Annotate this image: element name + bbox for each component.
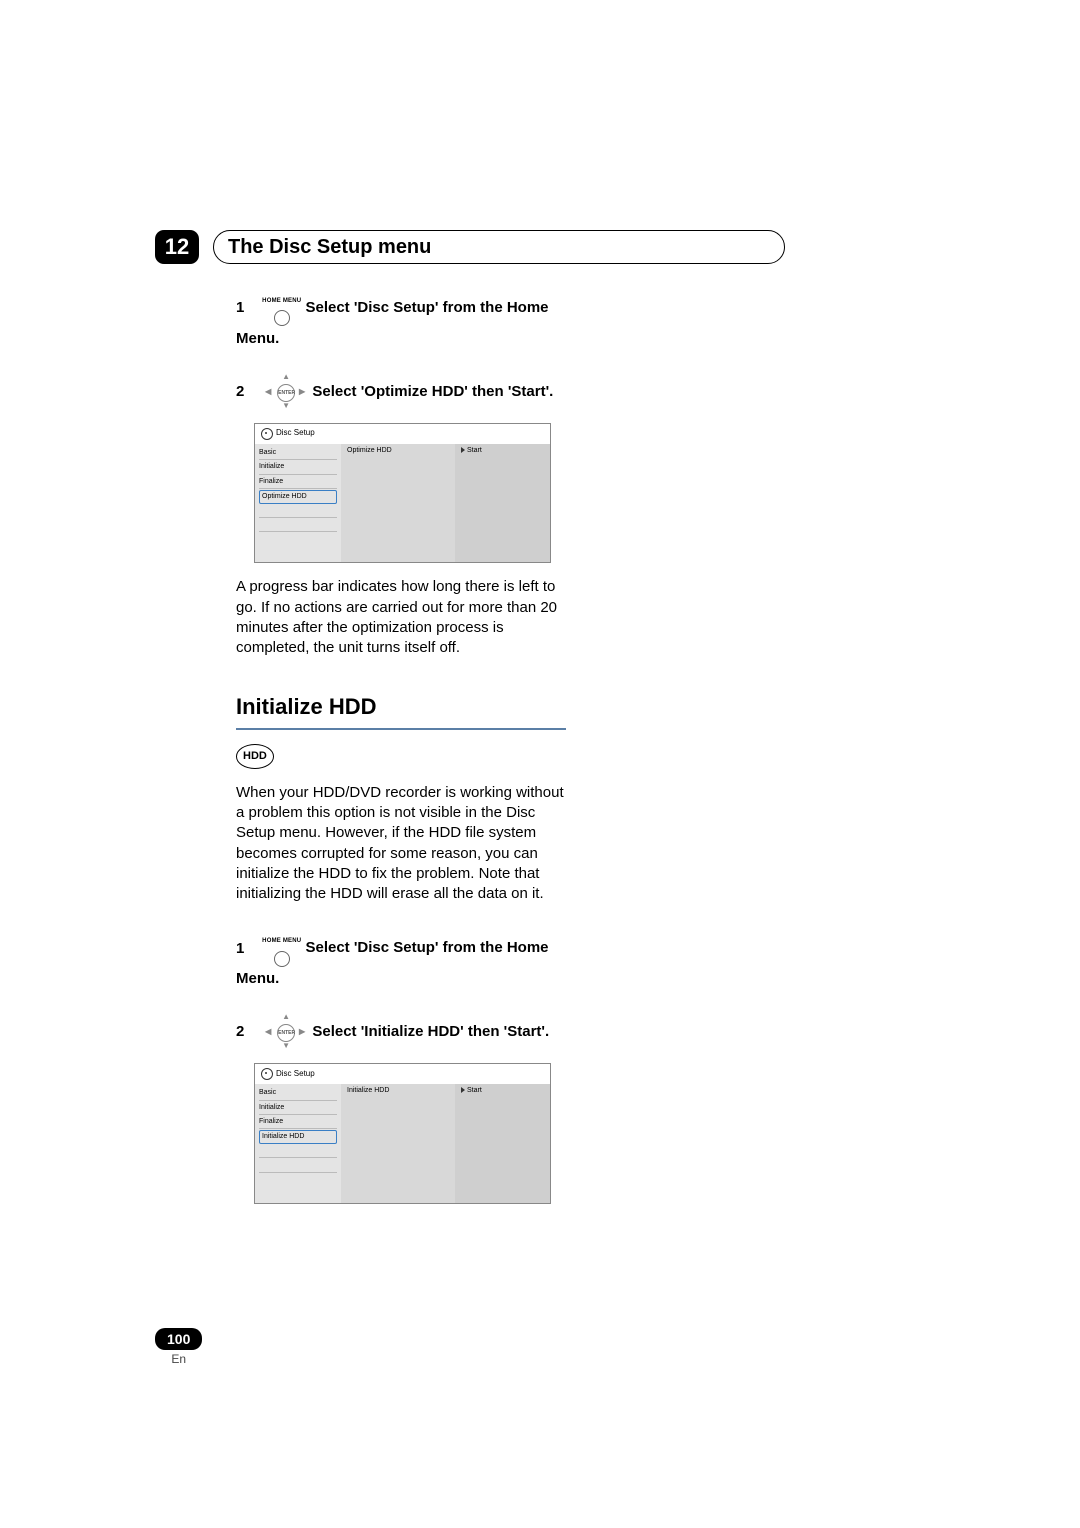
step-text: Select 'Optimize HDD' then 'Start'. — [312, 383, 553, 400]
home-menu-button-icon — [274, 951, 290, 967]
osd-screenshot-optimize: Disc Setup Basic Initialize Finalize Opt… — [254, 423, 551, 564]
osd-menu-item-selected: Initialize HDD — [259, 1130, 337, 1143]
chapter-title: The Disc Setup menu — [228, 236, 431, 259]
step-number: 2 — [236, 382, 258, 402]
initialize-description: When your HDD/DVD recorder is working wi… — [236, 783, 566, 905]
osd-menu-item: Initialize — [259, 460, 337, 474]
enter-button-icon: ▲ ▼ ◀ ▶ ENTER — [266, 1013, 304, 1051]
osd-menu-item: Basic — [259, 446, 337, 460]
osd-menu-item-empty — [259, 518, 337, 532]
osd-menu-item-empty — [259, 504, 337, 518]
chapter-title-wrap: The Disc Setup menu — [213, 230, 785, 264]
osd-menu-col: Basic Initialize Finalize Optimize HDD — [255, 444, 341, 563]
step-number: 2 — [236, 1022, 258, 1042]
section-heading-initialize: Initialize HDD — [236, 692, 566, 730]
content-column: 1 HOME MENU Select 'Disc Setup' from the… — [236, 288, 566, 1204]
step-text: Select 'Initialize HDD' then 'Start'. — [312, 1023, 549, 1040]
step-number: 1 — [236, 939, 258, 959]
play-triangle-icon — [461, 447, 465, 453]
chapter-header: 12 The Disc Setup menu — [155, 230, 785, 264]
page-number: 100 — [155, 1328, 202, 1350]
osd-option-col: Optimize HDD — [341, 444, 455, 563]
step-2b: 2 ▲ ▼ ◀ ▶ ENTER Select 'Initialize HDD' … — [236, 1013, 566, 1051]
osd-title: Disc Setup — [255, 1064, 550, 1084]
osd-menu-item-empty — [259, 1158, 337, 1172]
osd-menu-item-selected: Optimize HDD — [259, 490, 337, 503]
manual-page: 12 The Disc Setup menu 1 HOME MENU Selec… — [0, 0, 1080, 1528]
osd-action-col: Start — [455, 1084, 550, 1203]
step-1b: 1 HOME MENU Select 'Disc Setup' from the… — [236, 928, 566, 989]
step-1a: 1 HOME MENU Select 'Disc Setup' from the… — [236, 288, 566, 349]
osd-menu-item: Finalize — [259, 475, 337, 489]
home-menu-label: HOME MENU — [262, 298, 301, 304]
osd-screenshot-initialize: Disc Setup Basic Initialize Finalize Ini… — [254, 1063, 551, 1204]
chapter-number-badge: 12 — [155, 230, 199, 264]
step-number: 1 — [236, 298, 258, 318]
page-language: En — [155, 1352, 202, 1366]
home-menu-label: HOME MENU — [262, 938, 301, 944]
osd-menu-item: Initialize — [259, 1101, 337, 1115]
osd-menu-item: Basic — [259, 1086, 337, 1100]
disc-icon — [261, 1068, 273, 1080]
enter-button-icon: ▲ ▼ ◀ ▶ ENTER — [266, 373, 304, 411]
step-2a: 2 ▲ ▼ ◀ ▶ ENTER Select 'Optimize HDD' th… — [236, 373, 566, 411]
osd-menu-item-empty — [259, 1144, 337, 1158]
play-triangle-icon — [461, 1087, 465, 1093]
hdd-badge-icon: HDD — [236, 744, 274, 769]
page-footer: 100 En — [155, 1328, 202, 1366]
osd-option-col: Initialize HDD — [341, 1084, 455, 1203]
osd-action-col: Start — [455, 444, 550, 563]
osd-title: Disc Setup — [255, 424, 550, 444]
disc-icon — [261, 428, 273, 440]
osd-menu-col: Basic Initialize Finalize Initialize HDD — [255, 1084, 341, 1203]
home-menu-button-icon — [274, 310, 290, 326]
osd-menu-item: Finalize — [259, 1115, 337, 1129]
progress-description: A progress bar indicates how long there … — [236, 577, 566, 658]
